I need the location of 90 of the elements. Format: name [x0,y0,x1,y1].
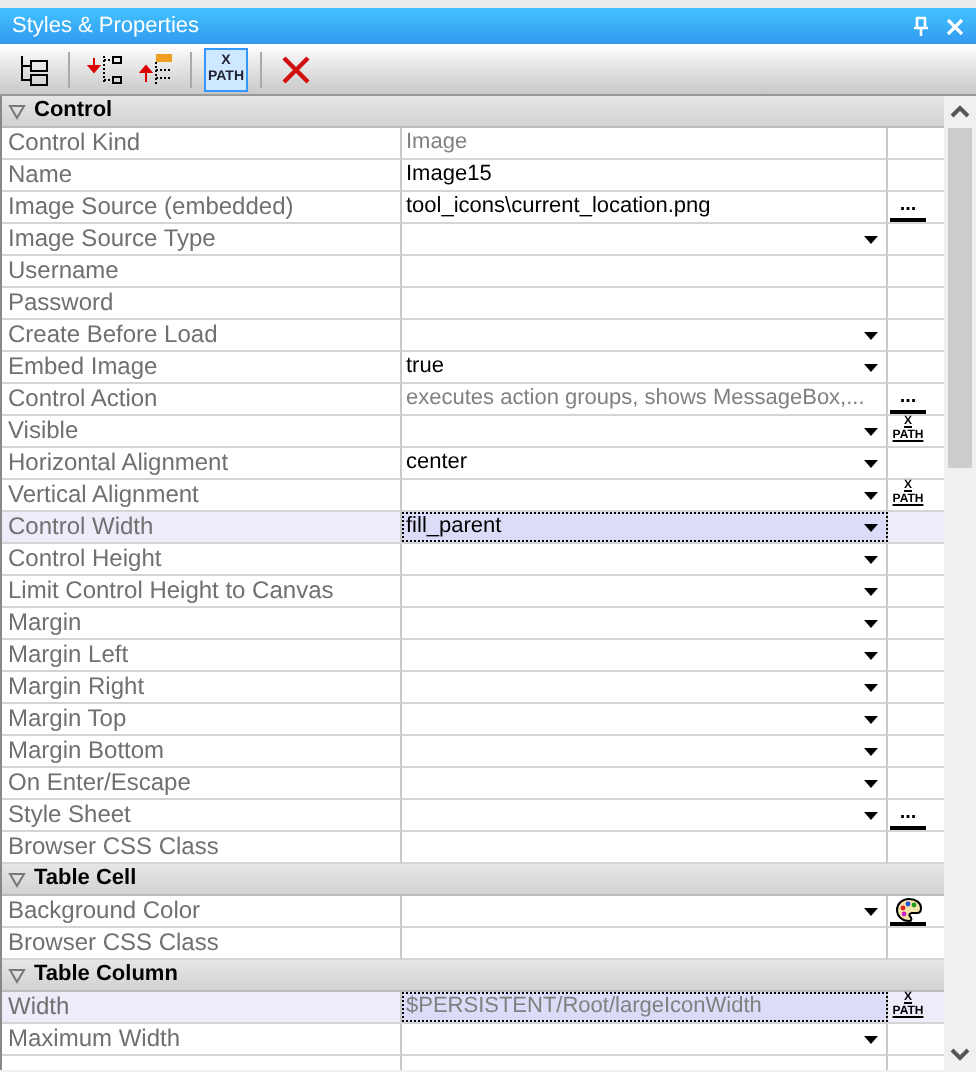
collapse-triangle-icon[interactable] [8,870,26,888]
property-row[interactable]: Margin Top [2,704,944,736]
dropdown-arrow-icon[interactable] [864,235,878,243]
property-name[interactable]: Background Color [2,896,402,926]
property-name[interactable]: Vertical Alignment [2,480,402,510]
property-name[interactable]: Password [2,288,402,318]
dropdown-arrow-icon[interactable] [864,651,878,659]
property-row[interactable]: Embed Image true [2,352,944,384]
property-row[interactable]: Background Color [2,896,944,928]
property-row[interactable]: Margin Right [2,672,944,704]
tree-up-arrow-icon [138,51,174,87]
property-name[interactable]: Horizontal Alignment [2,448,402,478]
section-header[interactable]: Table Cell [2,864,944,896]
property-name[interactable]: Control Action [2,384,402,414]
property-name[interactable]: Control Height [2,544,402,574]
property-row[interactable]: Browser CSS Class [2,832,944,864]
property-row[interactable]: Control Height [2,544,944,576]
property-row[interactable]: Create Before Load [2,320,944,352]
property-value-field[interactable]: Image15 [402,160,888,190]
property-name[interactable]: Margin [2,608,402,638]
property-row[interactable]: Control Action executes action groups, shows MessageBox,... ... [2,384,944,416]
property-row[interactable]: Image Source Type [2,224,944,256]
dropdown-arrow-icon[interactable] [864,619,878,627]
dropdown-arrow-icon[interactable] [864,747,878,755]
property-name[interactable]: Name [2,160,402,190]
property-row[interactable]: Browser CSS Class [2,928,944,960]
dropdown-arrow-icon[interactable] [864,363,878,371]
collapse-triangle-icon[interactable] [8,966,26,984]
property-row[interactable]: Name Image15 [2,160,944,192]
property-row[interactable]: Margin Bottom [2,736,944,768]
property-row[interactable]: Username [2,256,944,288]
property-name[interactable]: Maximum Width [2,1024,402,1054]
property-row[interactable]: Horizontal Alignment center [2,448,944,480]
property-name[interactable]: Margin Top [2,704,402,734]
property-row[interactable]: Maximum Width [2,1024,944,1056]
property-name[interactable]: On Enter/Escape [2,768,402,798]
dropdown-arrow-icon[interactable] [864,523,878,531]
dropdown-arrow-icon[interactable] [864,587,878,595]
property-name[interactable]: Control Kind [2,128,402,158]
section-header[interactable]: Control [2,96,944,128]
property-name[interactable]: Create Before Load [2,320,402,350]
window-title: Styles & Properties [12,11,202,42]
property-row[interactable]: Password [2,288,944,320]
property-row[interactable]: Margin [2,608,944,640]
collapse-triangle-icon[interactable] [8,102,26,120]
property-dropdown[interactable]: center [402,448,888,478]
dropdown-arrow-icon[interactable] [864,427,878,435]
property-row[interactable]: On Enter/Escape [2,768,944,800]
property-dropdown[interactable]: fill_parent [402,512,888,542]
dropdown-arrow-icon[interactable] [864,459,878,467]
property-name[interactable]: Browser CSS Class [2,832,402,862]
property-value-field[interactable]: executes action groups, shows MessageBox,... [402,384,888,414]
dropdown-arrow-icon[interactable] [864,683,878,691]
dropdown-arrow-icon[interactable] [864,811,878,819]
property-row[interactable]: Margin Left [2,640,944,672]
tree-down-arrow-icon [86,51,122,87]
property-row[interactable]: Control Kind Image [2,128,944,160]
tree-icon [18,53,50,85]
property-name[interactable]: Style Sheet [2,800,402,830]
dropdown-arrow-icon[interactable] [864,779,878,787]
palette-icon [895,897,921,921]
property-name[interactable]: Margin Right [2,672,402,702]
property-name[interactable]: Margin Bottom [2,736,402,766]
property-name[interactable]: Username [2,256,402,286]
section-header[interactable]: Table Column [2,960,944,992]
property-name[interactable]: Visible [2,416,402,446]
dropdown-arrow-icon[interactable] [864,331,878,339]
pin-icon[interactable] [912,16,930,36]
property-name[interactable]: Embed Image [2,352,402,382]
property-row[interactable]: Image Source (embedded) tool_icons\current_location.png ... [2,192,944,224]
dropdown-arrow-icon[interactable] [864,715,878,723]
property-name[interactable]: Image Source Type [2,224,402,254]
dropdown-arrow-icon[interactable] [864,1035,878,1043]
close-icon[interactable] [946,17,964,35]
property-row[interactable]: Limit Control Height to Canvas [2,576,944,608]
dropdown-arrow-icon[interactable] [864,907,878,915]
property-value-field[interactable]: $PERSISTENT/Root/largeIconWidth [402,992,888,1022]
property-name[interactable]: Browser CSS Class [2,928,402,958]
property-name[interactable]: Image Source (embedded) [2,192,402,222]
property-row[interactable]: Style Sheet ... [2,800,944,832]
property-name[interactable]: Limit Control Height to Canvas [2,576,402,606]
property-name[interactable]: Margin Left [2,640,402,670]
delete-icon [282,55,310,83]
property-value-field[interactable]: Image [402,128,888,158]
dropdown-arrow-icon[interactable] [864,491,878,499]
property-dropdown[interactable]: true [402,352,888,382]
property-row[interactable]: Control Width fill_parent [2,512,944,544]
scroll-thumb[interactable] [948,128,972,468]
property-value-field[interactable]: tool_icons\current_location.png [402,192,888,222]
dropdown-arrow-icon[interactable] [864,555,878,563]
